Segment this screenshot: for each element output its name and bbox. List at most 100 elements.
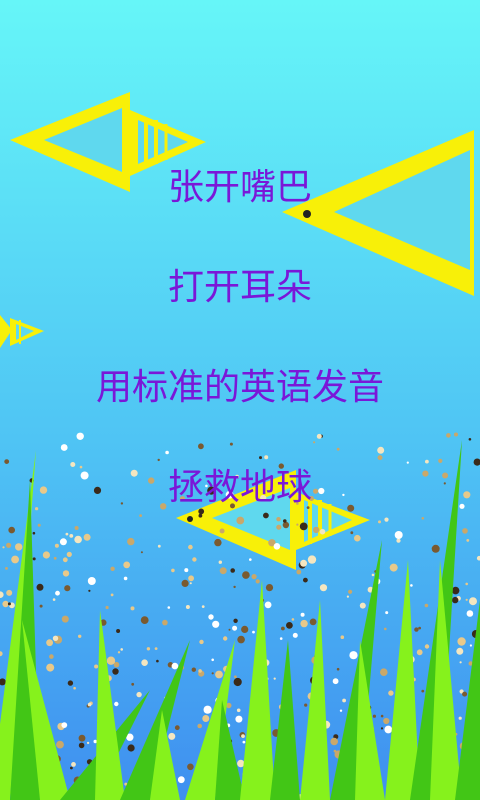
sand-dot [313,441,316,444]
sand-dot [469,644,472,647]
sand-dot [263,512,269,519]
sand-dot [162,619,168,626]
sand-dot [292,632,298,638]
sand-dot [380,727,384,730]
sand-dot [78,734,86,742]
sand-dot [218,560,222,564]
sand-dot [76,432,84,440]
sand-dot [388,690,394,696]
menu-line-3[interactable]: 用标准的英语发音 [0,366,480,410]
menu-line-1[interactable]: 张开嘴巴 [0,166,480,210]
sand-dot [394,531,403,539]
sand-dot [242,740,246,744]
sand-dot [468,438,472,441]
sand-dot [377,446,385,454]
sand-dot [421,689,425,693]
sand-dot [296,569,302,575]
sand-dot [454,432,458,437]
sand-dot [2,600,9,608]
sand-dot [228,628,231,631]
sand-dot [452,596,459,604]
sand-dot [140,616,149,624]
sand-dot [384,627,387,631]
sand-dot [377,455,383,461]
sand-dot [235,715,243,723]
sand-dot [212,620,220,628]
sand-dot [93,739,97,744]
sand-dot [201,605,205,608]
sand-dot [255,579,260,584]
sand-dot [116,629,121,633]
sand-dot [348,589,353,594]
sand-dot [127,537,135,546]
sand-dot [66,551,72,558]
sand-dot [67,680,74,686]
sand-dot [251,574,257,580]
sand-dot [336,667,340,671]
sand-dot [465,598,468,601]
sand-dot [230,568,235,573]
sand-dot [462,691,468,697]
sand-dot [446,433,451,438]
sand-dot [146,647,151,651]
sand-dot [424,603,429,608]
sand-dot [259,456,262,460]
sand-dot [215,670,223,679]
sand-dot [83,533,91,541]
sand-dot [60,444,68,451]
sand-dot [5,567,8,570]
sand-dot [300,619,308,628]
sand-dot [350,531,354,535]
sand-dot [168,732,176,740]
sand-dot [214,538,222,547]
sand-dot [36,583,44,591]
sand-dot [219,528,225,534]
sand-dot [42,551,51,559]
sand-dot [39,604,43,608]
sand-dot [380,668,388,676]
sand-dot [46,663,55,672]
sand-dot [88,589,91,592]
sand-dot [56,740,64,749]
sand-dot [458,716,462,720]
sand-dot [241,734,245,738]
sand-dot [199,639,204,645]
sand-dot [171,568,175,573]
sand-dot [202,715,210,722]
sand-dot [340,635,345,639]
sand-dot [69,534,74,538]
sand-dot [242,571,250,579]
sand-dot [171,662,179,670]
sand-dot [15,543,23,551]
sand-dot [105,605,109,610]
sand-dot [46,639,53,647]
sand-dot [49,654,54,659]
sand-dot [342,698,346,703]
sand-dot [384,517,389,522]
menu-line-4[interactable]: 拯救地球 [0,466,480,510]
sand-dot [265,584,274,592]
sand-dot [53,556,57,560]
sand-dot [191,667,196,672]
sand-dot [319,584,328,592]
sand-dot [59,538,67,546]
sand-dot [466,539,470,542]
sand-dot [139,514,143,517]
sand-dot [237,635,245,644]
menu-line-2[interactable]: 打开耳朵 [0,266,480,310]
sand-dot [354,534,361,542]
sand-dot [37,523,41,527]
sand-dot [223,636,228,641]
sand-dot [7,602,11,606]
sand-dot [383,717,390,725]
sand-dot [8,526,15,534]
sand-dot [136,691,142,698]
sand-dot [291,618,295,621]
sand-dot [276,524,282,530]
sand-dot [208,614,214,620]
sand-dot [174,725,180,731]
sand-dot [187,763,194,771]
sand-dot [106,656,116,665]
sand-dot [457,637,466,646]
sand-dot [117,651,121,654]
